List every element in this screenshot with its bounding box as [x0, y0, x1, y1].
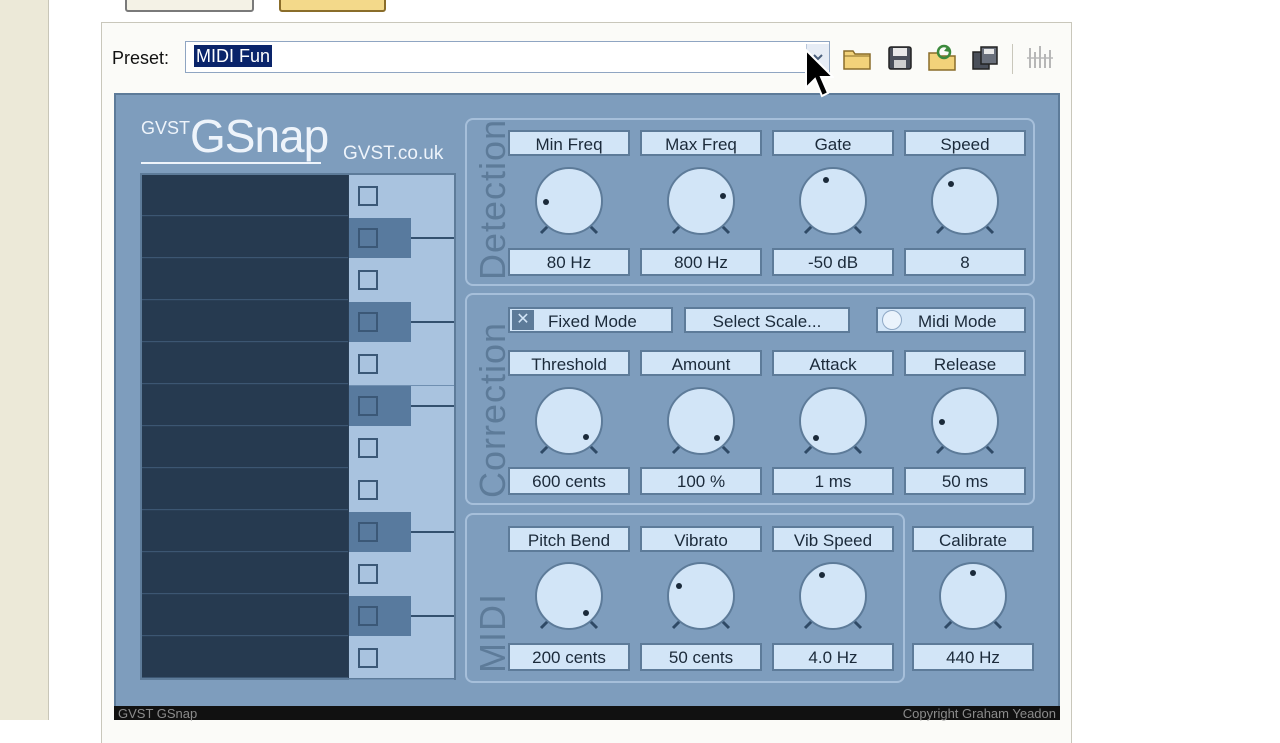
black-key-line [411, 615, 454, 617]
key-enable-checkbox[interactable] [358, 354, 378, 374]
speed-knob[interactable] [925, 163, 1005, 243]
keyboard-row [142, 217, 348, 258]
attack-knob[interactable] [793, 383, 873, 463]
footer-left-text: GVST GSnap [118, 706, 198, 721]
black-key-line [411, 321, 454, 323]
preset-value[interactable]: MIDI Fun [194, 45, 273, 67]
key-enable-checkbox[interactable] [358, 186, 378, 206]
pitch-bend-knob[interactable] [529, 558, 609, 638]
amount-knob[interactable] [661, 383, 741, 463]
brand-small: GVST [141, 118, 191, 138]
key-separator [349, 679, 454, 680]
keyboard-row [142, 469, 348, 510]
speed-value[interactable]: 8 [904, 248, 1026, 276]
release-value[interactable]: 50 ms [904, 467, 1026, 495]
toolbar-divider [1012, 44, 1013, 74]
load-icon[interactable] [926, 42, 958, 74]
calibrate-value[interactable]: 440 Hz [912, 643, 1034, 671]
copy-icon[interactable] [969, 42, 1001, 74]
max-freq-label: Max Freq [640, 130, 762, 156]
vibrato-value[interactable]: 50 cents [640, 643, 762, 671]
preset-combobox[interactable] [185, 41, 830, 73]
save-icon[interactable] [884, 42, 916, 74]
bars-icon[interactable] [1024, 42, 1056, 74]
key-enable-checkbox[interactable] [358, 396, 378, 416]
midi-mode-label: Midi Mode [918, 312, 997, 331]
midi-mode-toggle[interactable]: Midi Mode [876, 307, 1026, 333]
threshold-label: Threshold [508, 350, 630, 376]
gate-knob[interactable] [793, 163, 873, 243]
key-enable-checkbox[interactable] [358, 648, 378, 668]
vib-speed-knob[interactable] [793, 558, 873, 638]
calibrate-label: Calibrate [912, 526, 1034, 552]
vib-speed-label: Vib Speed [772, 526, 894, 552]
keyboard-row [142, 301, 348, 342]
host-window-edge [0, 0, 49, 720]
keyboard-row [142, 385, 348, 426]
key-enable-checkbox[interactable] [358, 438, 378, 458]
pitch-bend-value[interactable]: 200 cents [508, 643, 630, 671]
keyboard-row [142, 553, 348, 594]
min-freq-value[interactable]: 80 Hz [508, 248, 630, 276]
keyboard-row [142, 175, 348, 216]
host-tab-button-active[interactable] [279, 0, 386, 12]
footer-right-text: Copyright Graham Yeadon [902, 706, 1056, 721]
release-label: Release [904, 350, 1026, 376]
gate-label: Gate [772, 130, 894, 156]
brand-url: GVST.co.uk [343, 143, 444, 164]
key-enable-checkbox[interactable] [358, 522, 378, 542]
vibrato-label: Vibrato [640, 526, 762, 552]
black-key-line [411, 531, 454, 533]
amount-label: Amount [640, 350, 762, 376]
close-icon: ✕ [512, 310, 534, 330]
attack-value[interactable]: 1 ms [772, 467, 894, 495]
key-enable-checkbox[interactable] [358, 270, 378, 290]
key-enable-checkbox[interactable] [358, 228, 378, 248]
fixed-mode-toggle[interactable]: ✕ Fixed Mode [508, 307, 673, 333]
host-tab-button[interactable] [125, 0, 254, 12]
key-enable-checkbox[interactable] [358, 480, 378, 500]
plugin-footer: GVST GSnap Copyright Graham Yeadon [114, 706, 1060, 721]
brand-underline [141, 162, 321, 164]
radio-indicator-icon [882, 310, 902, 330]
brand-logo: GSnap [190, 110, 329, 162]
gate-value[interactable]: -50 dB [772, 248, 894, 276]
max-freq-value[interactable]: 800 Hz [640, 248, 762, 276]
min-freq-knob[interactable] [529, 163, 609, 243]
calibrate-knob[interactable] [933, 558, 1013, 638]
key-enable-checkbox[interactable] [358, 564, 378, 584]
black-key-line [411, 405, 454, 407]
key-enable-checkbox[interactable] [358, 312, 378, 332]
keyboard-row [142, 343, 348, 384]
mouse-cursor-icon [805, 48, 834, 98]
select-scale-button[interactable]: Select Scale... [684, 307, 850, 333]
vibrato-knob[interactable] [661, 558, 741, 638]
vib-speed-value[interactable]: 4.0 Hz [772, 643, 894, 671]
release-knob[interactable] [925, 383, 1005, 463]
open-folder-icon[interactable] [841, 42, 873, 74]
min-freq-label: Min Freq [508, 130, 630, 156]
amount-value[interactable]: 100 % [640, 467, 762, 495]
keyboard-row [142, 427, 348, 468]
keyboard-row [142, 259, 348, 300]
key-enable-checkbox[interactable] [358, 606, 378, 626]
pitch-bend-label: Pitch Bend [508, 526, 630, 552]
black-key-line [411, 237, 454, 239]
fixed-mode-label: Fixed Mode [548, 312, 637, 331]
preset-label: Preset: [112, 48, 170, 68]
max-freq-knob[interactable] [661, 163, 741, 243]
keyboard-row [142, 595, 348, 636]
speed-label: Speed [904, 130, 1026, 156]
attack-label: Attack [772, 350, 894, 376]
threshold-knob[interactable] [529, 383, 609, 463]
threshold-value[interactable]: 600 cents [508, 467, 630, 495]
keyboard-row [142, 511, 348, 552]
keyboard-row [142, 637, 348, 678]
